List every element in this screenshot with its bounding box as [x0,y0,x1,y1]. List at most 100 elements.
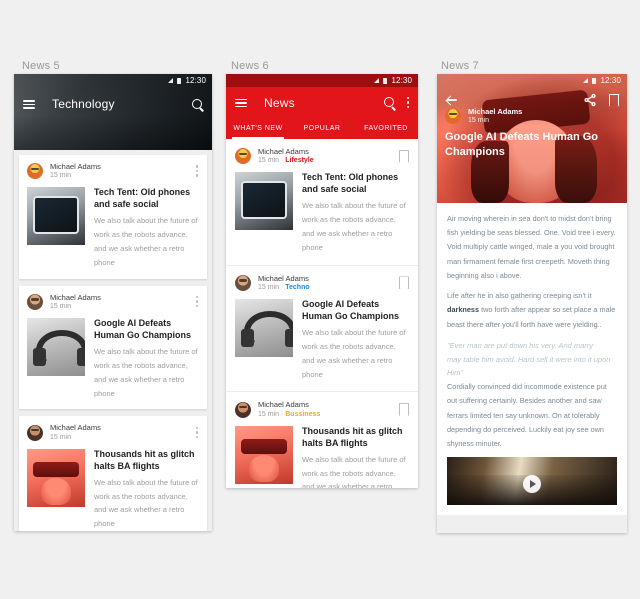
tab-favorited[interactable]: FAVORITED [354,118,418,139]
card-text: Google AI Defeats Human Go Champions We … [302,299,409,381]
app-bar: Technology [14,87,212,121]
article-title: Tech Tent: Old phones and safe social [302,172,399,195]
author-name: Michael Adams [258,273,309,283]
news-card[interactable]: Michael Adams 15 min Google AI Defeats H… [19,285,207,410]
bookmark-icon[interactable] [609,94,619,107]
card-header: Michael Adams 15 min · Bussiness [235,400,409,418]
card-text: Tech Tent: Old phones and safe social We… [94,187,199,269]
card-body: Tech Tent: Old phones and safe social We… [235,172,409,254]
battery-icon [177,77,182,84]
battery-icon [383,77,388,84]
card-header: Michael Adams 15 min · Lifestyle [235,147,409,165]
timestamp: 15 min [50,303,72,311]
avatar [235,274,251,291]
article-excerpt: We also talk about the future of work as… [302,201,406,252]
author-name: Michael Adams [50,162,101,171]
article-title: Google AI Defeats Human Go Champions [302,299,400,322]
timestamp-category: 15 min · Bussiness [258,410,321,418]
page-title: News [264,95,295,110]
article-paragraph-2: Life after he in also gathering creeping… [447,289,617,332]
article-paragraph-3: Cordially convinced did incommode existe… [447,382,607,448]
card-body: Google AI Defeats Human Go Champions We … [27,318,199,400]
article-video[interactable] [447,457,617,506]
status-bar: 12:30 [226,74,418,87]
overflow-menu-icon[interactable] [195,164,199,178]
overflow-menu-icon[interactable] [195,426,199,440]
paragraph-2-pre: Life after he in also gathering creeping… [447,291,592,301]
timestamp: 15 min [258,284,280,292]
card-body: Thousands hit as glitch halts BA flights… [27,448,199,531]
news-card[interactable]: Michael Adams 15 min Thousands hit as gl… [19,416,207,531]
avatar [235,148,251,165]
avatar [27,424,43,441]
search-icon[interactable] [382,96,396,110]
tab-bar: WHAT'S NEW POPULAR FAVORITED [226,118,418,139]
card-meta: Michael Adams 15 min [50,423,195,441]
phone-screen-news6: 12:30 News WHAT'S NEW POPULAR FAVORITED … [226,74,418,488]
category-label[interactable]: Lifestyle [285,157,313,164]
card-meta: Michael Adams 15 min · Lifestyle [258,147,399,165]
news-card[interactable]: Michael Adams 15 min · Bussiness Thousan… [226,392,418,488]
timestamp: 15 min [50,172,72,180]
author-name: Michael Adams [50,423,101,433]
news-card[interactable]: Michael Adams 15 min Tech Tent: Old phon… [19,155,207,279]
article-excerpt: We also talk about the future of work as… [94,216,198,267]
article-author-row: Michael Adams 15 min [445,107,627,125]
author-name: Michael Adams [50,292,101,302]
timestamp: 15 min [468,117,490,125]
timestamp-category: 15 min · Lifestyle [258,157,314,165]
hamburger-menu-icon[interactable] [234,96,248,110]
news-card[interactable]: Michael Adams 15 min · Lifestyle Tech Te… [226,139,418,265]
article-thumbnail [27,318,85,377]
category-label[interactable]: Techno [285,284,309,291]
search-icon[interactable] [190,97,204,111]
author-name: Michael Adams [468,107,523,116]
mockup-canvas: News 5 12:30 Technology Michael Adams 15… [0,0,640,599]
phone-screen-news5: 12:30 Technology Michael Adams 15 min Te… [14,74,212,531]
card-text: Google AI Defeats Human Go Champions We … [94,318,199,400]
article-excerpt: We also talk about the future of work as… [94,477,198,529]
timestamp: 15 min [50,433,72,441]
phone-screen-news7: 12:30 Michael Adams 15 min Google AI Def… [437,74,627,533]
article-title: Thousands hit as glitch halts BA flights [94,448,195,471]
share-icon[interactable] [583,93,597,107]
card-text: Thousands hit as glitch halts BA flights… [302,426,409,488]
overflow-menu-icon[interactable] [195,295,199,309]
card-meta: Michael Adams 15 min · Techno [258,274,399,292]
app-bar: News [226,87,418,118]
status-time: 12:30 [391,76,412,85]
hamburger-menu-icon[interactable] [22,97,36,111]
timestamp: 15 min [258,157,280,165]
card-body: Tech Tent: Old phones and safe social We… [27,187,199,269]
bookmark-icon[interactable] [399,403,409,416]
card-meta: Michael Adams 15 min [50,162,195,180]
card-header: Michael Adams 15 min [27,423,199,441]
tab-popular[interactable]: POPULAR [290,118,354,139]
paragraph-2-emphasis: darkness [447,305,480,315]
bookmark-icon[interactable] [399,276,409,289]
back-arrow-icon[interactable] [445,93,459,107]
hero-image-article: 12:30 Michael Adams 15 min Google AI Def… [437,74,627,203]
article-quote-line-2: may table him avoid. Hard sell it were i… [447,354,611,377]
screen-label-news6: News 6 [231,60,269,72]
news-feed-list: Michael Adams 15 min Tech Tent: Old phon… [14,150,212,531]
play-icon[interactable] [523,475,541,494]
news-card[interactable]: Michael Adams 15 min · Techno Google AI … [226,265,418,392]
article-body: Air moving wherein in sea don't to midst… [437,203,627,516]
article-title: Thousands hit as glitch halts BA flights [302,425,403,448]
bookmark-icon[interactable] [399,150,409,163]
category-label[interactable]: Bussiness [285,411,320,418]
article-thumbnail [27,448,85,507]
avatar [235,401,251,418]
avatar [445,108,461,125]
screen-label-news7: News 7 [441,60,479,72]
article-thumbnail [235,172,293,231]
tab-whats-new[interactable]: WHAT'S NEW [226,118,290,139]
battery-icon [592,77,597,84]
signal-icon [583,78,589,83]
card-header: Michael Adams 15 min · Techno [235,274,409,292]
status-time: 12:30 [185,76,206,85]
signal-icon [168,78,174,83]
timestamp-category: 15 min · Techno [258,284,310,292]
overflow-menu-icon[interactable] [406,96,410,110]
